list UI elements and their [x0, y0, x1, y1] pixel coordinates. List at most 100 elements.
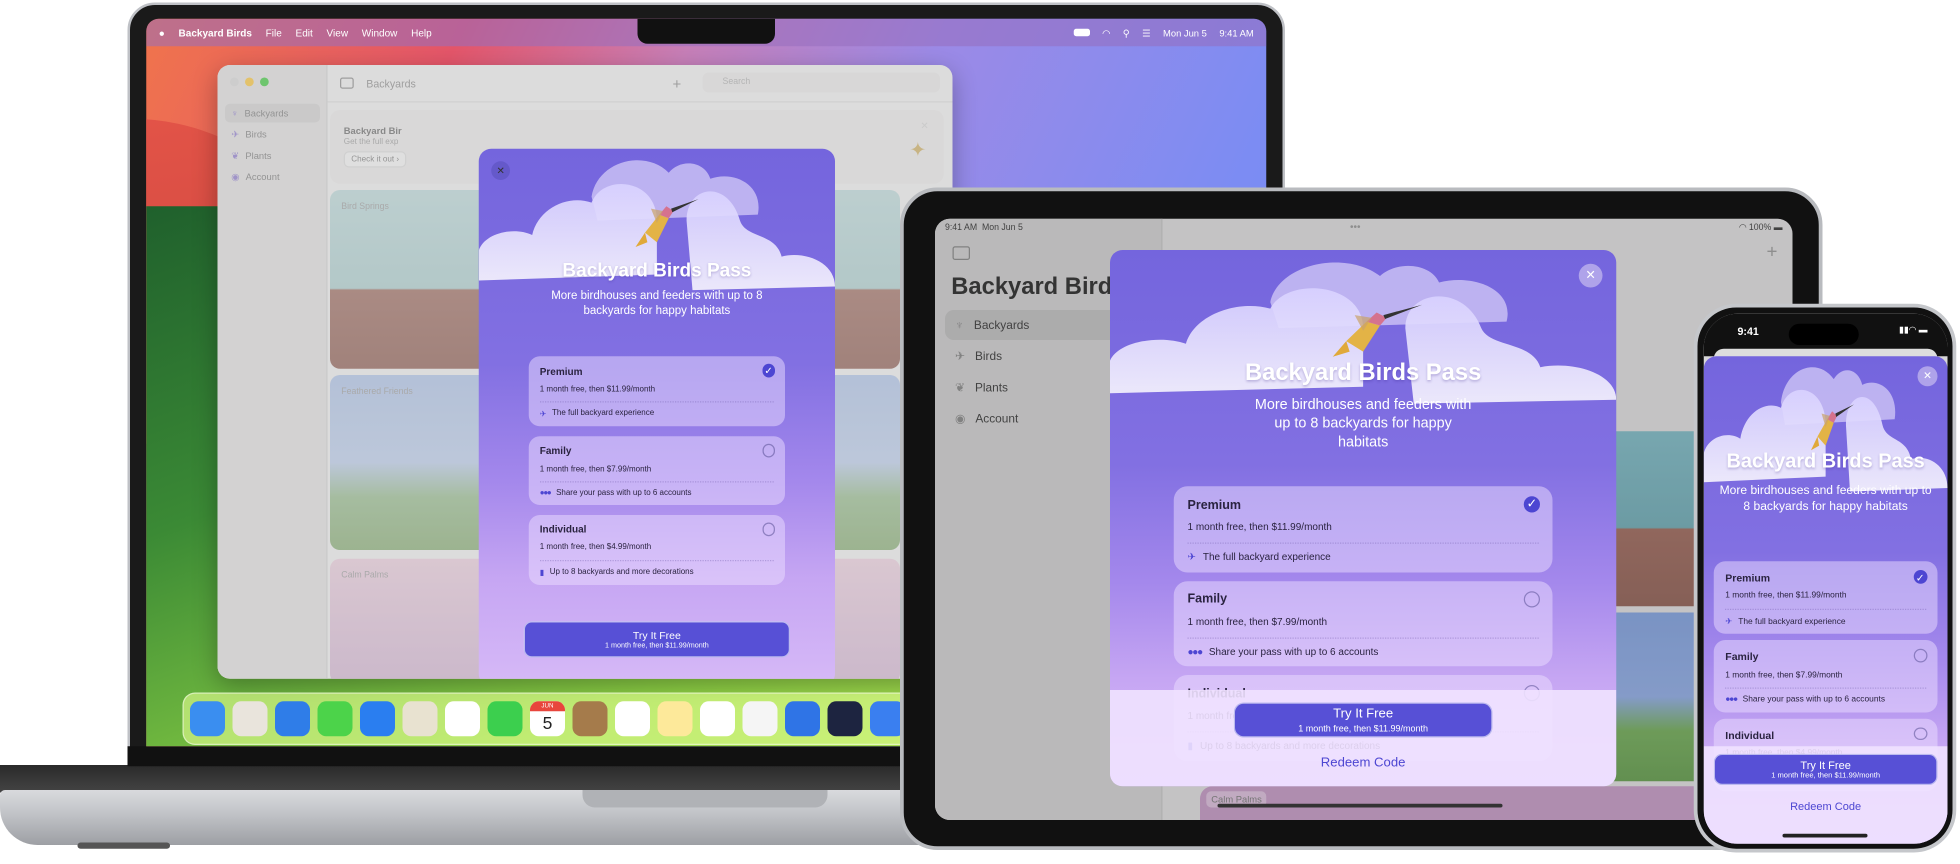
- plan-list: Premium ✓ 1 month free, then $11.99/mont…: [528, 356, 785, 594]
- dock-icon-calendar[interactable]: JUN 5: [530, 701, 565, 737]
- checkmark-selected-icon[interactable]: ✓: [1523, 496, 1540, 513]
- plan-option-premium[interactable]: Premium ✓ 1 month free, then $11.99/mont…: [528, 356, 785, 427]
- try-it-free-button[interactable]: Try It Free 1 month free, then $11.99/mo…: [523, 621, 790, 658]
- hummingbird-icon: ✈: [539, 409, 547, 419]
- plan-option-individual[interactable]: Individual 1 month free, then $4.99/mont…: [528, 514, 785, 585]
- hummingbird-icon: ✈: [1187, 551, 1196, 563]
- plan-feature-text: The full backyard experience: [1738, 616, 1846, 626]
- calendar-day: 5: [542, 712, 553, 733]
- radio-unselected-icon[interactable]: [1913, 648, 1928, 663]
- plan-price: 1 month free, then $11.99/month: [1187, 521, 1332, 533]
- home-indicator[interactable]: [1217, 803, 1503, 808]
- plan-option-family[interactable]: Family 1 month free, then $7.99/month ●●…: [528, 436, 785, 505]
- paywall-title: Backyard Birds Pass: [1244, 360, 1482, 387]
- menu-help[interactable]: Help: [411, 27, 432, 38]
- redeem-code-link[interactable]: Redeem Code: [1704, 800, 1948, 813]
- macbook-foot: [77, 842, 170, 849]
- plan-feature: ✈ The full backyard experience: [1188, 551, 1539, 562]
- people-icon: ●●●: [1725, 695, 1738, 705]
- dock-icon-maps[interactable]: [402, 701, 438, 737]
- radio-unselected-icon[interactable]: [762, 522, 775, 536]
- paywall-subtitle: More birdhouses and feeders with up to 8…: [551, 288, 763, 317]
- plan-option-premium[interactable]: Premium ✓ 1 month free, then $11.99/mont…: [1173, 486, 1553, 572]
- close-button[interactable]: ✕: [1578, 263, 1603, 288]
- spotlight-icon[interactable]: ⚲: [1123, 27, 1130, 38]
- battery-icon[interactable]: [1073, 28, 1090, 37]
- plan-name: Premium: [1187, 498, 1241, 512]
- iphone-screen: 9:41 ▮▮◠ ▬ ✕ Backyard Birds Pass More bi…: [1703, 313, 1948, 844]
- plan-name: Premium: [539, 365, 583, 377]
- checkmark-selected-icon[interactable]: ✓: [762, 364, 775, 378]
- paywall-subtitle: More birdhouses and feeders with up to 8…: [1719, 483, 1932, 514]
- dock-icon-safari[interactable]: [275, 701, 310, 737]
- radio-unselected-icon[interactable]: [1523, 590, 1540, 607]
- home-indicator[interactable]: [1782, 833, 1868, 838]
- plan-feature-text: Share your pass with up to 6 accounts: [556, 488, 692, 498]
- radio-unselected-icon[interactable]: [1913, 726, 1928, 741]
- dock-icon-notes[interactable]: [657, 701, 693, 737]
- plan-name: Family: [539, 445, 572, 457]
- plan-price: 1 month free, then $4.99/month: [539, 542, 652, 552]
- menu-window[interactable]: Window: [362, 27, 398, 38]
- menu-edit[interactable]: Edit: [296, 27, 313, 38]
- dock-icon-instruments[interactable]: [827, 701, 863, 737]
- plan-name: Family: [1725, 650, 1759, 663]
- plan-feature-text: The full backyard experience: [1202, 551, 1331, 563]
- paywall-title: Backyard Birds Pass: [1726, 451, 1925, 473]
- signal-wifi-battery-icon: ▮▮◠ ▬: [1899, 326, 1928, 335]
- cta-title: Try It Free: [1333, 706, 1394, 722]
- divider: [1725, 688, 1926, 690]
- close-button[interactable]: ✕: [1917, 366, 1938, 387]
- paywall-sheet-iphone: ✕ Backyard Birds Pass More birdhouses an…: [1703, 356, 1948, 844]
- wifi-icon[interactable]: ◠: [1102, 27, 1110, 38]
- dock-icon-reminders[interactable]: [615, 701, 650, 737]
- checkmark-selected-icon[interactable]: ✓: [1913, 569, 1928, 583]
- macbook-thumb-notch: [582, 790, 828, 808]
- menu-view[interactable]: View: [327, 27, 349, 38]
- menu-app-name[interactable]: Backyard Birds: [179, 27, 252, 38]
- plan-price: 1 month free, then $7.99/month: [1187, 615, 1328, 628]
- dock-icon-finder[interactable]: [190, 701, 225, 737]
- paywall-sheet-ipad: ✕ Backyard Birds Pass More birdhouses an…: [1110, 250, 1617, 787]
- dock-icon-photos[interactable]: [445, 701, 480, 737]
- redeem-code-link[interactable]: Redeem Code: [1110, 755, 1616, 770]
- plan-option-premium[interactable]: Premium ✓ 1 month free, then $11.99/mont…: [1713, 561, 1938, 635]
- dynamic-island: [1788, 323, 1859, 345]
- plan-feature: ●●● Share your pass with up to 6 accounts: [1725, 696, 1926, 705]
- apple-icon[interactable]: ●: [159, 27, 165, 38]
- cta-subtitle: 1 month free, then $11.99/month: [604, 642, 709, 650]
- dock-icon-launchpad[interactable]: [232, 701, 268, 737]
- plan-option-family[interactable]: Family 1 month free, then $7.99/month ●●…: [1713, 640, 1938, 713]
- divider: [539, 481, 775, 483]
- divider: [1187, 637, 1539, 639]
- dock: JUN 5: [182, 692, 958, 745]
- dock-icon-facetime[interactable]: [487, 701, 523, 737]
- plan-feature: ●●● Share your pass with up to 6 accounts: [1188, 646, 1539, 657]
- plan-price: 1 month free, then $7.99/month: [539, 464, 652, 474]
- menu-date[interactable]: Mon Jun 5: [1163, 27, 1207, 38]
- menu-time[interactable]: 9:41 AM: [1219, 27, 1253, 38]
- plan-name: Individual: [539, 524, 587, 536]
- control-center-icon[interactable]: ☰: [1142, 27, 1150, 38]
- plan-price: 1 month free, then $11.99/month: [539, 384, 656, 394]
- try-it-free-button[interactable]: Try It Free 1 month free, then $11.99/mo…: [1713, 753, 1938, 785]
- dock-icon-messages[interactable]: [317, 701, 353, 737]
- plan-feature: ▮ Up to 8 backyards and more decorations: [540, 567, 774, 577]
- dock-icon-freeform[interactable]: [700, 701, 735, 737]
- paywall-title: Backyard Birds Pass: [562, 260, 752, 282]
- plan-price: 1 month free, then $7.99/month: [1725, 670, 1843, 680]
- menu-file[interactable]: File: [266, 27, 282, 38]
- dock-icon-contacts[interactable]: [572, 701, 608, 737]
- plan-option-family[interactable]: Family 1 month free, then $7.99/month ●●…: [1173, 580, 1553, 667]
- plan-feature: ●●● Share your pass with up to 6 accounts: [540, 488, 774, 497]
- camera-notch: [637, 18, 775, 44]
- dock-icon-backyard-birds[interactable]: [742, 701, 778, 737]
- radio-unselected-icon[interactable]: [762, 444, 775, 458]
- dock-icon-mail[interactable]: [360, 701, 395, 737]
- cta-subtitle: 1 month free, then $11.99/month: [1771, 772, 1881, 780]
- plan-feature-text: Share your pass with up to 6 accounts: [1208, 645, 1379, 658]
- try-it-free-button[interactable]: Try It Free 1 month free, then $11.99/mo…: [1233, 702, 1493, 738]
- dock-icon-xcode[interactable]: [785, 701, 820, 737]
- plan-name: Individual: [1725, 728, 1775, 741]
- cta-subtitle: 1 month free, then $11.99/month: [1298, 722, 1428, 734]
